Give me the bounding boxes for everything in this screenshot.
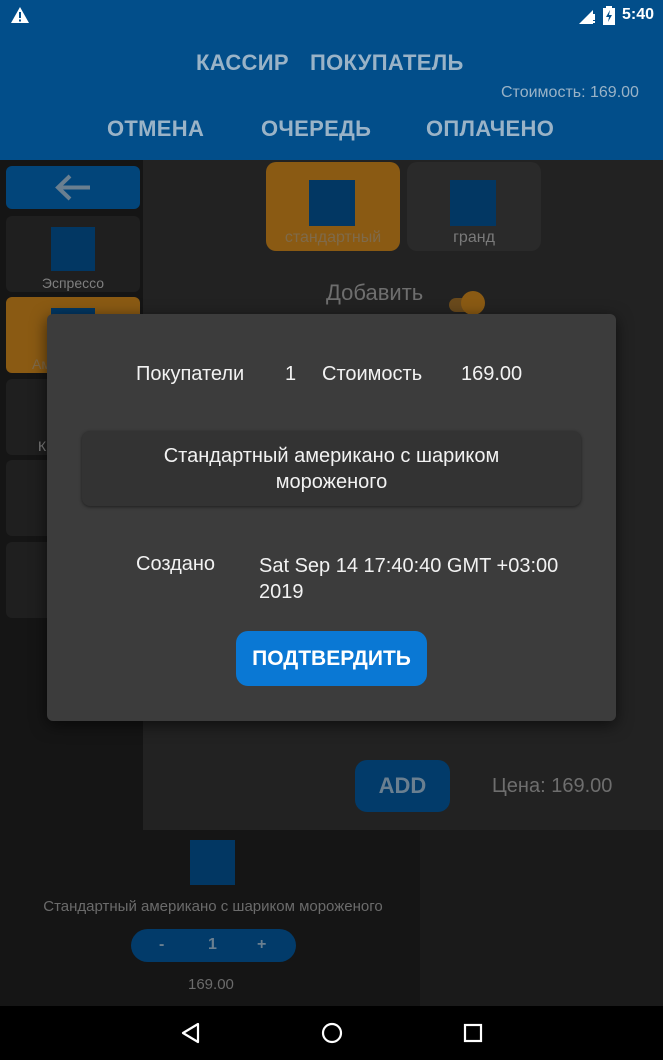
size-grand[interactable]: гранд (407, 162, 541, 251)
cancel-button[interactable]: ОТМЕНА (107, 116, 204, 142)
tab-customer[interactable]: ПОКУПАТЕЛЬ (310, 50, 464, 76)
cost-value: 169.00 (461, 363, 523, 385)
signal-icon (579, 10, 595, 24)
cost-label: Стоимость (322, 363, 423, 385)
header-cost: Стоимость: 169.00 (501, 84, 639, 101)
cart-item: Стандартный американо с шариком морожено… (0, 830, 420, 1006)
back-nav-icon[interactable] (178, 1020, 204, 1046)
customers-value: 1 (285, 363, 297, 385)
size-image (309, 180, 355, 226)
back-button[interactable] (6, 166, 140, 209)
clock: 5:40 (622, 6, 655, 23)
add-option-label: Добавить (326, 280, 424, 305)
order-description-box: Стандартный американо с шариком морожено… (82, 431, 581, 506)
customers-label: Покупатели (136, 363, 245, 385)
cart-item-name: Стандартный американо с шариком морожено… (43, 898, 383, 915)
battery-icon (603, 6, 615, 25)
cart-item-total: 169.00 (188, 976, 234, 993)
navigation-bar (0, 1006, 663, 1060)
decrement-button[interactable]: - (159, 936, 164, 954)
created-value: Sat Sep 14 17:40:40 GMT +03:00 2019 (259, 555, 559, 603)
queue-button[interactable]: ОЧЕРЕДЬ (261, 116, 371, 142)
status-bar: 5:40 (0, 0, 663, 30)
category-image (51, 227, 95, 271)
size-image (450, 180, 496, 226)
arrow-left-icon (55, 174, 90, 201)
add-button[interactable]: ADD (355, 760, 450, 812)
add-toggle-knob[interactable] (461, 291, 485, 315)
home-nav-icon[interactable] (319, 1020, 345, 1046)
size-label: стандартный (284, 229, 382, 246)
price-label: Цена: 169.00 (492, 775, 613, 797)
category-label: Эспрессо (41, 275, 105, 291)
paid-button[interactable]: ОПЛАЧЕНО (426, 116, 554, 142)
cart-item-image (190, 840, 235, 885)
confirm-button[interactable]: ПОДТВЕРДИТЬ (236, 631, 427, 686)
app-bar: КАССИР ПОКУПАТЕЛЬ Стоимость: 169.00 ОТМЕ… (0, 30, 663, 160)
quantity-value: 1 (208, 936, 217, 953)
recents-nav-icon[interactable] (460, 1020, 486, 1046)
created-label: Создано (136, 553, 216, 575)
size-label: гранд (453, 229, 495, 246)
tab-cashier[interactable]: КАССИР (196, 50, 289, 76)
category-espresso[interactable]: Эспрессо (6, 216, 140, 292)
quantity-stepper: - 1 + (131, 929, 296, 962)
order-description: Стандартный американо с шариком морожено… (163, 445, 500, 493)
order-confirm-dialog: Покупатели 1 Стоимость 169.00 Стандартны… (47, 314, 616, 721)
warning-icon (11, 7, 29, 23)
increment-button[interactable]: + (257, 936, 266, 954)
size-standard[interactable]: стандартный (266, 162, 400, 251)
